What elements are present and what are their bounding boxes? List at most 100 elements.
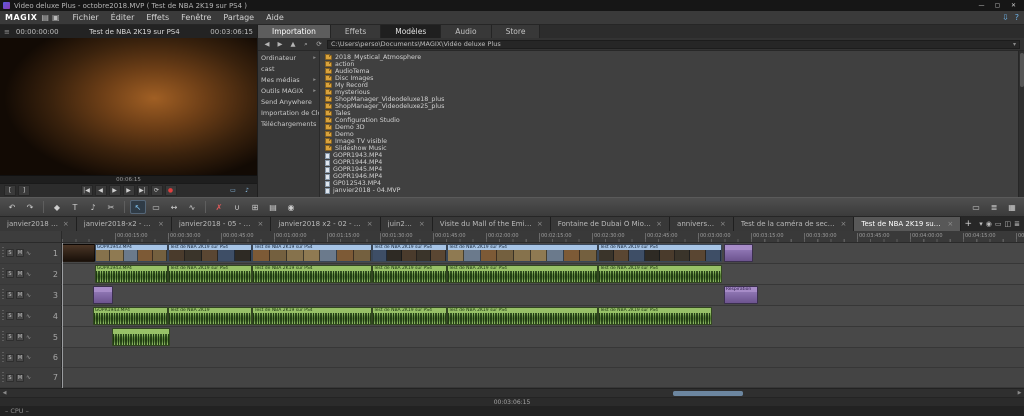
list-item[interactable]: ShopManager_Videodeluxe25_plus [325,103,1018,110]
audio-clip[interactable]: Test de NBA 2K19 sur PS4 [598,307,712,325]
close-button[interactable]: ✕ [1006,1,1021,11]
list-item[interactable]: action [325,61,1018,68]
playhead[interactable] [62,243,63,388]
audio-clip[interactable]: Test de NBA 2K19 sur PS4 [168,265,253,283]
project-tab[interactable]: juin2018× [381,217,433,231]
jump-end-button[interactable]: ▶| [137,185,149,196]
monitor-icon[interactable]: ▭ [227,185,239,196]
sidebar-item-importation-de-cloud[interactable]: Importation de Cloud [258,108,319,119]
chevron-right-icon[interactable]: ▸ [313,75,316,86]
sidebar-item-cast[interactable]: cast [258,64,319,75]
video-clip[interactable]: Test de NBA 2K19 sur PS4 [372,244,447,262]
preview-scrubbar[interactable]: 00:06:15 [0,175,257,183]
audio-clip[interactable]: GOPR1943.MP4 [95,265,168,283]
up-icon[interactable]: ▲ [288,39,298,50]
track-grip[interactable] [2,352,4,364]
mouse-range-icon[interactable]: ▭ [148,200,164,214]
scissors-icon[interactable]: ✂ [103,200,119,214]
project-tab[interactable]: janvier2018-x2 - 0002× [77,217,172,231]
list-item[interactable]: My Record [325,82,1018,89]
tab-close-icon[interactable]: × [656,220,662,228]
undo-icon[interactable]: ↶ [4,200,20,214]
track-s-button[interactable]: S [6,270,14,278]
menu-partage[interactable]: Partage [218,11,259,24]
audio-clip[interactable]: Test de NBA 2K19 [168,307,253,325]
list-item[interactable]: 2018_Mystical_Atmosphere [325,54,1018,61]
track-grip[interactable] [2,310,4,322]
video-dark-clip[interactable] [62,244,95,262]
track-s-button[interactable]: S [6,312,14,320]
project-tab[interactable]: Fontaine de Dubai Ô Mio Ba...× [551,217,670,231]
jump-start-button[interactable]: |◀ [81,185,93,196]
camera-icon[interactable]: ◉ [986,220,992,228]
open-project-icon[interactable]: ▤ [41,12,49,24]
grid-icon[interactable]: ⊞ [247,200,263,214]
track-grip[interactable] [2,247,4,259]
title-icon[interactable]: T [67,200,83,214]
list-item[interactable]: mysterious [325,89,1018,96]
list-item[interactable]: GP012543.MP4 [325,180,1018,187]
track-lane-4[interactable]: GOPR1943.MP4Test de NBA 2K19Test de NBA … [62,306,1024,326]
tab-close-icon[interactable]: × [158,220,164,228]
audio-clip[interactable]: Test de NBA 2K19 sur PS4 [598,265,722,283]
track-s-button[interactable]: S [6,333,14,341]
list-item[interactable]: Image TV visible [325,138,1018,145]
film-icon[interactable]: ▤ [265,200,281,214]
search-icon[interactable]: ⌕ [301,39,311,50]
scrollbar-thumb-vertical[interactable] [1020,53,1024,87]
audio-clip[interactable]: Test de NBA 2K19 sur PS4 [252,307,371,325]
audio-clip[interactable]: Test de NBA 2K19 sur PS4 [447,265,598,283]
menu-aide[interactable]: Aide [261,11,289,24]
range-in[interactable]: [ [4,185,16,196]
list-item[interactable]: janvier2018 - 04.MVP [325,187,1018,194]
tab-effets[interactable]: Effets [331,25,381,38]
redo-icon[interactable]: ↷ [22,200,38,214]
audio-clip[interactable]: Test de NBA 2K19 sur PS4 [372,265,447,283]
mixer-icon[interactable]: ≣ [986,200,1002,214]
preview-menu-icon[interactable]: ≡ [4,28,10,36]
purple-clip[interactable] [93,286,113,304]
frame-forward-button[interactable]: ▶ [123,185,135,196]
menu-effets[interactable]: Effets [141,11,174,24]
maximize-button[interactable]: ▢ [990,1,1005,11]
track-grip[interactable] [2,372,4,384]
track-curve-icon[interactable]: ∿ [26,271,31,278]
track-lane-7[interactable] [62,368,1024,387]
sidebar-item-outils-magix[interactable]: Outils MAGIX▸ [258,86,319,97]
tab-close-icon[interactable]: × [419,220,425,228]
video-clip[interactable]: Test de NBA 2K19 sur PS4 [252,244,371,262]
horizontal-scrollbar[interactable]: ◀ ▶ [0,388,1024,397]
track-s-button[interactable]: S [6,374,14,382]
refresh-icon[interactable]: ⟳ [314,39,324,50]
scrollbar-track[interactable] [9,390,1015,397]
list-icon[interactable]: ≣ [1014,220,1020,228]
track-curve-icon[interactable]: ∿ [26,334,31,341]
track-grip[interactable] [2,331,4,343]
range-out[interactable]: ] [18,185,30,196]
mouse-stretch-icon[interactable]: ↔ [166,200,182,214]
save-project-icon[interactable]: ▣ [52,12,60,24]
list-item[interactable]: GOPR1943.MP4 [325,152,1018,159]
track-curve-icon[interactable]: ∿ [26,374,31,381]
tab-modèles[interactable]: Modèles [381,25,441,38]
chevron-down-icon[interactable]: ▾ [1013,41,1016,48]
volume-icon[interactable]: ♪ [241,185,253,196]
video-clip[interactable]: Test de NBA 2K19 sur PS4 [168,244,253,262]
forward-icon[interactable]: ▶ [275,39,285,50]
project-tab[interactable]: janvier2018 - 05 - 0005× [172,217,271,231]
track-grip[interactable] [2,289,4,301]
sidebar-item-ordinateur[interactable]: Ordinateur▸ [258,53,319,64]
project-tab[interactable]: anniversaire× [670,217,734,231]
mouse-curve-icon[interactable]: ∿ [184,200,200,214]
frame-back-button[interactable]: ◀ [95,185,107,196]
monitor-icon[interactable]: ▭ [995,220,1002,228]
audio-clip[interactable]: Test de NBA 2K19 sur PS4 [252,265,371,283]
sidebar-item-mes-médias[interactable]: Mes médias▸ [258,75,319,86]
play-button[interactable]: ▶ [109,185,121,196]
tab-close-icon[interactable]: × [63,220,69,228]
sidebar-item-téléchargements[interactable]: Téléchargements [258,119,319,130]
track-s-button[interactable]: S [6,291,14,299]
track-lane-6[interactable] [62,348,1024,367]
list-item[interactable]: Demo 3D [325,124,1018,131]
scrollbar-thumb[interactable] [673,391,743,396]
